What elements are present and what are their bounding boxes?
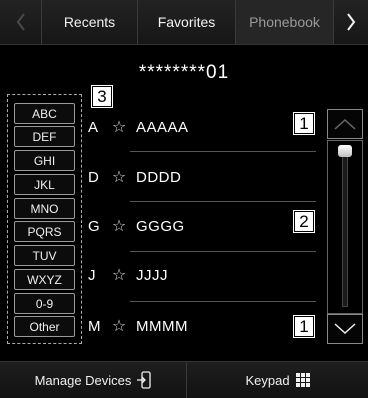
- contact-row[interactable]: G ☆ GGGG: [88, 211, 185, 241]
- index-item-wxyz[interactable]: WXYZ: [14, 269, 75, 290]
- index-item-abc[interactable]: ABC: [14, 103, 75, 124]
- divider: [130, 151, 316, 152]
- manage-devices-button[interactable]: Manage Devices: [0, 362, 186, 398]
- contact-index-letter: D: [88, 168, 99, 186]
- callout-index: 3: [91, 85, 113, 108]
- tab-phonebook-label: Phonebook: [249, 14, 320, 30]
- favorite-star-icon[interactable]: ☆: [106, 167, 132, 187]
- contact-index-letter: J: [88, 266, 96, 284]
- keypad-grid-icon: [295, 373, 310, 387]
- contact-index-letter: M: [88, 317, 101, 335]
- contact-row[interactable]: A ☆ AAAAA: [88, 112, 189, 142]
- keypad-button[interactable]: Keypad: [186, 362, 368, 398]
- contact-name: AAAAA: [136, 118, 189, 136]
- scroll-down-button[interactable]: [327, 314, 363, 344]
- keypad-label: Keypad: [245, 372, 290, 388]
- contact-row[interactable]: J ☆ JJJJ: [88, 260, 168, 290]
- contact-name: MMMM: [136, 317, 188, 335]
- scroll-up-button[interactable]: [327, 109, 363, 139]
- contact-index-letter: A: [88, 118, 99, 136]
- tab-recents-label: Recents: [63, 14, 116, 30]
- index-item-mno[interactable]: MNO: [14, 198, 75, 219]
- phone-device-icon: [137, 371, 152, 389]
- divider: [130, 201, 316, 202]
- callout-scroll-up: 1: [293, 112, 315, 135]
- manage-devices-label: Manage Devices: [34, 372, 132, 388]
- favorite-star-icon[interactable]: ☆: [106, 216, 132, 236]
- contact-name: DDDD: [136, 168, 182, 186]
- index-item-tuv[interactable]: TUV: [14, 245, 75, 266]
- index-item-other[interactable]: Other: [14, 316, 75, 337]
- scroll-rail: [342, 147, 348, 307]
- contact-name: JJJJ: [136, 266, 168, 284]
- next-tab-button[interactable]: [333, 0, 368, 44]
- tab-phonebook[interactable]: Phonebook: [235, 0, 333, 44]
- divider: [130, 251, 316, 252]
- divider: [130, 301, 316, 302]
- index-item-pqrs[interactable]: PQRS: [14, 221, 75, 242]
- contact-name: GGGG: [136, 217, 185, 235]
- favorite-star-icon[interactable]: ☆: [106, 316, 132, 336]
- tab-bar: Recents Favorites Phonebook: [0, 0, 368, 45]
- tab-favorites[interactable]: Favorites: [137, 0, 235, 44]
- index-item-def[interactable]: DEF: [14, 126, 75, 147]
- callout-scroll-slider: 2: [293, 210, 315, 233]
- index-item-ghi[interactable]: GHI: [14, 150, 75, 171]
- scroll-slider[interactable]: [327, 140, 363, 314]
- chevron-right-icon: [347, 13, 356, 31]
- tab-favorites-label: Favorites: [157, 14, 216, 30]
- favorite-star-icon[interactable]: ☆: [106, 265, 132, 285]
- contact-index-letter: G: [88, 217, 100, 235]
- alphabet-index: ABC DEF GHI JKL MNO PQRS TUV WXYZ 0-9 Ot…: [7, 94, 82, 344]
- chevron-up-icon: [334, 118, 356, 130]
- favorite-star-icon[interactable]: ☆: [106, 117, 132, 137]
- chevron-left-icon: [16, 13, 25, 31]
- index-item-jkl[interactable]: JKL: [14, 174, 75, 195]
- index-item-0-9[interactable]: 0-9: [14, 293, 75, 314]
- callout-scroll-down: 1: [293, 315, 315, 338]
- scroll-thumb[interactable]: [338, 145, 352, 157]
- phone-number: ********01: [138, 62, 230, 83]
- chevron-down-icon: [334, 323, 356, 335]
- tab-recents[interactable]: Recents: [41, 0, 137, 44]
- contact-row[interactable]: D ☆ DDDD: [88, 162, 181, 192]
- bottom-bar: Manage Devices Keypad: [0, 361, 368, 398]
- contact-row[interactable]: M ☆ MMMM: [88, 311, 188, 341]
- previous-tab-button[interactable]: [0, 0, 41, 44]
